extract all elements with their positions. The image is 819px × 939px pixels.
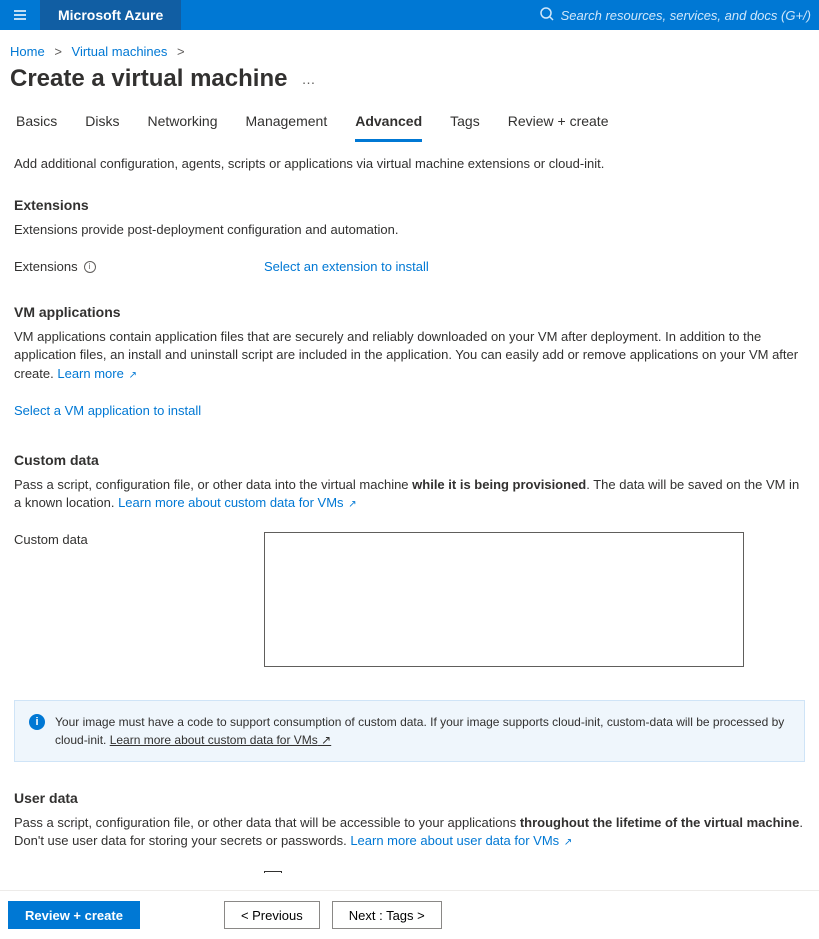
tab-bar: Basics Disks Networking Management Advan…: [0, 107, 819, 142]
custom-data-heading: Custom data: [14, 452, 805, 468]
user-data-learn-more-link[interactable]: Learn more about user data for VMs ↗: [350, 833, 572, 848]
more-actions-icon[interactable]: …: [301, 71, 317, 87]
tab-management[interactable]: Management: [246, 107, 328, 141]
intro-text: Add additional configuration, agents, sc…: [14, 156, 805, 171]
info-box: i Your image must have a code to support…: [14, 700, 805, 762]
extensions-field-label: Extensions i: [14, 259, 264, 274]
external-link-icon: ↗: [561, 837, 572, 848]
global-search[interactable]: Search resources, services, and docs (G+…: [531, 0, 819, 30]
custom-data-field-label: Custom data: [14, 532, 264, 547]
user-data-desc: Pass a script, configuration file, or ot…: [14, 814, 805, 850]
enable-user-data-checkbox[interactable]: [264, 871, 282, 874]
section-user-data: User data Pass a script, configuration f…: [14, 790, 805, 873]
tab-basics[interactable]: Basics: [16, 107, 57, 141]
tab-disks[interactable]: Disks: [85, 107, 119, 141]
breadcrumb: Home > Virtual machines >: [0, 30, 819, 63]
enable-user-data-label: Enable user data: [14, 871, 264, 874]
tab-review-create[interactable]: Review + create: [508, 107, 609, 141]
tab-tags[interactable]: Tags: [450, 107, 480, 141]
next-button[interactable]: Next : Tags >: [332, 901, 442, 929]
review-create-button[interactable]: Review + create: [8, 901, 140, 929]
footer-bar: Review + create < Previous Next : Tags >: [0, 890, 819, 939]
info-box-learn-more-link[interactable]: Learn more about custom data for VMs ↗: [110, 733, 332, 747]
top-bar: Microsoft Azure Search resources, servic…: [0, 0, 819, 30]
vm-apps-desc: VM applications contain application file…: [14, 328, 805, 383]
extensions-heading: Extensions: [14, 197, 805, 213]
search-placeholder: Search resources, services, and docs (G+…: [561, 8, 811, 23]
section-extensions: Extensions Extensions provide post-deplo…: [14, 197, 805, 274]
external-link-icon: ↗: [318, 733, 331, 747]
tab-networking[interactable]: Networking: [147, 107, 217, 141]
section-custom-data: Custom data Pass a script, configuration…: [14, 452, 805, 670]
select-extension-link[interactable]: Select an extension to install: [264, 259, 429, 274]
breadcrumb-home[interactable]: Home: [10, 44, 45, 59]
vm-apps-learn-more-link[interactable]: Learn more ↗: [57, 366, 137, 381]
custom-data-learn-more-link[interactable]: Learn more about custom data for VMs ↗: [118, 495, 357, 510]
content-area: Add additional configuration, agents, sc…: [0, 142, 819, 873]
external-link-icon: ↗: [126, 370, 137, 381]
tab-advanced[interactable]: Advanced: [355, 107, 422, 142]
extensions-desc: Extensions provide post-deployment confi…: [14, 221, 805, 239]
info-icon: i: [29, 714, 45, 730]
search-icon: [539, 6, 555, 25]
menu-icon[interactable]: [0, 0, 40, 30]
user-data-heading: User data: [14, 790, 805, 806]
custom-data-desc: Pass a script, configuration file, or ot…: [14, 476, 805, 512]
page-title-row: Create a virtual machine …: [0, 63, 819, 107]
external-link-icon: ↗: [346, 499, 357, 510]
chevron-right-icon: >: [54, 44, 62, 59]
brand-label[interactable]: Microsoft Azure: [40, 0, 181, 30]
chevron-right-icon: >: [177, 44, 185, 59]
info-icon[interactable]: i: [84, 261, 96, 273]
page-title: Create a virtual machine: [10, 65, 287, 93]
section-vm-applications: VM applications VM applications contain …: [14, 304, 805, 418]
breadcrumb-virtual-machines[interactable]: Virtual machines: [72, 44, 168, 59]
vm-apps-heading: VM applications: [14, 304, 805, 320]
select-vm-application-link[interactable]: Select a VM application to install: [14, 403, 201, 418]
previous-button[interactable]: < Previous: [224, 901, 320, 929]
custom-data-textarea[interactable]: [264, 532, 744, 667]
